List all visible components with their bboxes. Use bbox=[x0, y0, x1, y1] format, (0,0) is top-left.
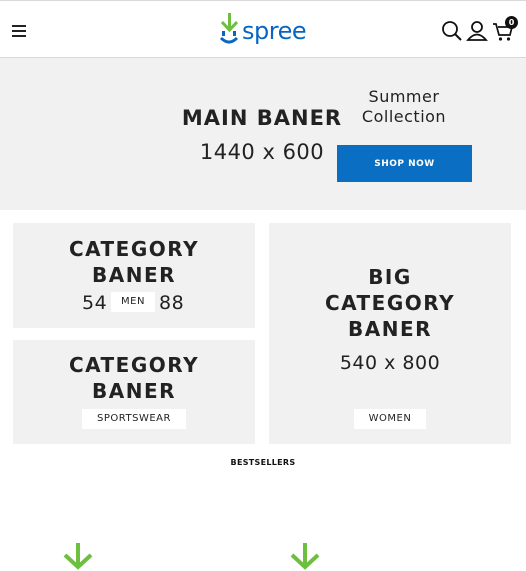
bestsellers-heading: BESTSELLERS bbox=[230, 458, 296, 467]
category-title-line-2: BANER bbox=[91, 379, 177, 403]
category-size-right: 88 bbox=[159, 292, 185, 314]
big-category-size: 540 x 800 bbox=[339, 352, 441, 374]
category-tag-men[interactable]: MEN bbox=[111, 292, 155, 312]
product-placeholder-icon[interactable] bbox=[62, 543, 94, 571]
big-category-title-line-1: BIG bbox=[368, 265, 412, 289]
spree-logo[interactable]: spree bbox=[218, 13, 310, 49]
shop-now-button[interactable]: SHOP NOW bbox=[337, 145, 472, 182]
collection-line-2: Collection bbox=[361, 107, 447, 126]
category-tag-sportswear[interactable]: SPORTSWEAR bbox=[82, 409, 186, 429]
collection-line-1: Summer bbox=[368, 87, 440, 106]
user-icon[interactable] bbox=[466, 20, 488, 42]
category-title-line-1: CATEGORY bbox=[68, 353, 200, 377]
product-placeholder-icon[interactable] bbox=[289, 543, 321, 571]
category-title-line-1: CATEGORY bbox=[68, 237, 200, 261]
category-title-line-2: BANER bbox=[91, 263, 177, 287]
category-banner-men[interactable]: CATEGORY BANER 54 MEN 88 bbox=[13, 223, 255, 328]
logo-text: spree bbox=[242, 17, 307, 45]
spree-logo-mark-icon bbox=[219, 13, 239, 44]
category-banner-women[interactable]: BIG CATEGORY BANER 540 x 800 WOMEN bbox=[269, 223, 511, 444]
cart-count-badge: 0 bbox=[505, 16, 518, 29]
main-banner[interactable]: MAIN BANER 1440 x 600 Summer Collection … bbox=[0, 58, 526, 210]
category-size-left: 54 bbox=[82, 292, 108, 314]
category-tag-women[interactable]: WOMEN bbox=[354, 409, 426, 429]
site-header: spree 0 bbox=[0, 0, 526, 58]
search-icon[interactable] bbox=[441, 20, 463, 42]
big-category-title-line-3: BANER bbox=[347, 317, 433, 341]
collection-title: Summer Collection bbox=[344, 87, 464, 127]
cart-icon[interactable]: 0 bbox=[492, 16, 518, 42]
main-banner-title: MAIN BANER bbox=[181, 106, 343, 130]
big-category-title-line-2: CATEGORY bbox=[324, 291, 456, 315]
category-banner-sportswear[interactable]: CATEGORY BANER SPORTSWEAR bbox=[13, 340, 255, 444]
hamburger-menu-icon[interactable] bbox=[12, 24, 28, 38]
